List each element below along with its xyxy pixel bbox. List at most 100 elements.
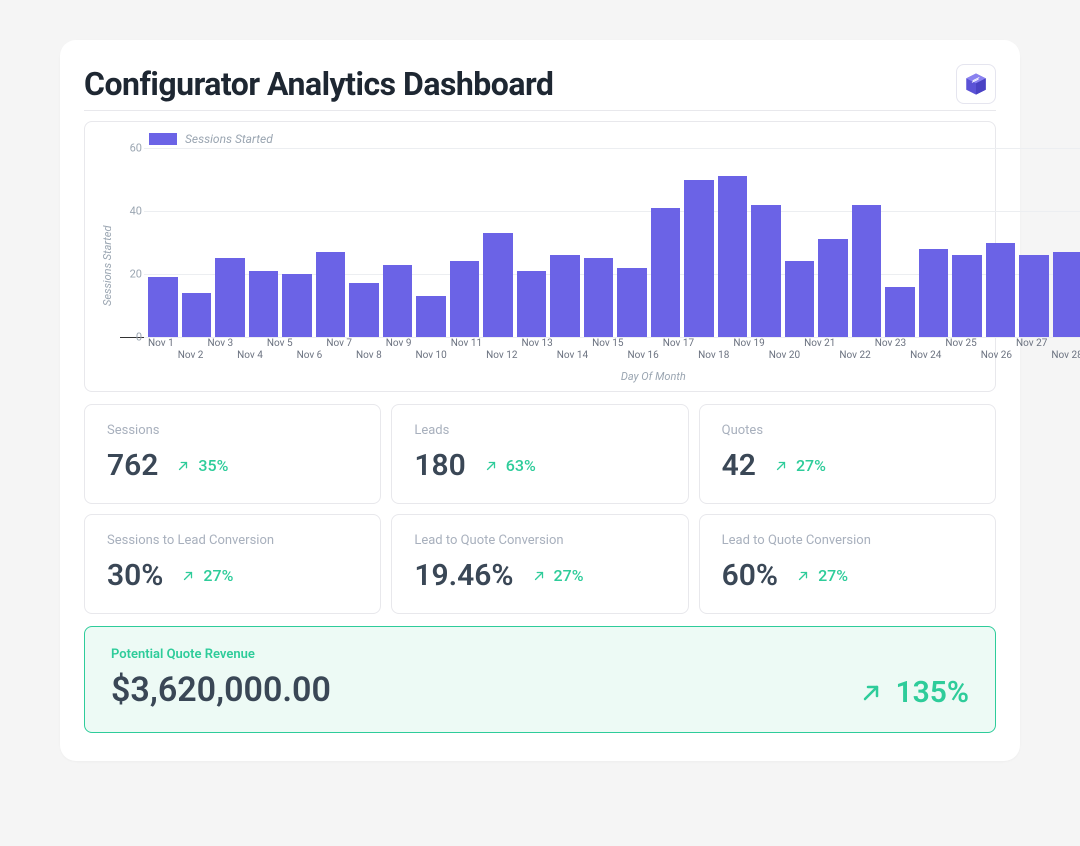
x-tick-label: Nov 27 (1016, 338, 1047, 368)
stat-value: 762 (107, 448, 158, 483)
x-tick-label: Nov 10 (415, 338, 446, 368)
x-tick-label: Nov 19 (733, 338, 764, 368)
sessions-chart-card: Sessions Started Sessions Started 020406… (84, 121, 996, 392)
revenue-card: Potential Quote Revenue $3,620,000.00 13… (84, 626, 996, 733)
y-axis-title: Sessions Started (101, 148, 114, 383)
bar (182, 293, 212, 337)
bar (282, 274, 312, 337)
bar (852, 205, 882, 337)
x-tick-label: Nov 2 (178, 338, 204, 368)
chart-legend: Sessions Started (149, 132, 979, 146)
x-tick-label: Nov 16 (627, 338, 658, 368)
stat-delta: 27% (774, 456, 826, 475)
bar (1053, 252, 1080, 337)
y-tick-label: 40 (120, 205, 142, 218)
cube-icon (963, 71, 989, 97)
stat-label: Sessions (107, 423, 358, 438)
bar (249, 271, 279, 337)
chart-body: Sessions Started 0204060 Nov 1Nov 2Nov 3… (101, 148, 979, 383)
x-tick-label: Nov 18 (698, 338, 729, 368)
bar (584, 258, 614, 337)
x-tick-label: Nov 12 (486, 338, 517, 368)
revenue-label: Potential Quote Revenue (111, 647, 859, 662)
stat-card: Sessions to Lead Conversion 30% 27% (84, 514, 381, 614)
stat-row: 180 63% (414, 448, 665, 483)
x-tick-label: Nov 3 (207, 338, 233, 368)
revenue-left: Potential Quote Revenue $3,620,000.00 (111, 647, 859, 710)
bar (1019, 255, 1049, 337)
x-tick-label: Nov 13 (521, 338, 552, 368)
bar (751, 205, 781, 337)
stat-card: Quotes 4227% (699, 404, 996, 504)
x-tick-label: Nov 24 (910, 338, 941, 368)
bar (148, 277, 178, 337)
x-tick-label: Nov 6 (297, 338, 323, 368)
x-axis-title: Day Of Month (120, 370, 1080, 383)
y-tick-label: 0 (120, 331, 142, 344)
arrow-up-right-icon (484, 459, 498, 473)
plot-wrap: 0204060 Nov 1Nov 2Nov 3Nov 4Nov 5Nov 6No… (120, 148, 1080, 383)
x-tick-label: Nov 21 (804, 338, 835, 368)
revenue-delta-value: 135% (895, 675, 969, 710)
x-tick-label: Nov 22 (839, 338, 870, 368)
stat-card: Lead to Quote Conversion 60% 27% (699, 514, 996, 614)
plot-grid: 0204060 (120, 148, 1080, 338)
x-tick-label: Nov 1 (148, 338, 174, 368)
stat-cards-grid: Sessions 762 35% Leads 180 63% Quotes 4227% Sess… (84, 404, 996, 614)
stat-row: 30% 27% (107, 558, 358, 593)
bar (215, 258, 245, 337)
bar (986, 243, 1016, 338)
stat-card: Sessions 762 35% (84, 404, 381, 504)
revenue-delta: 135% (859, 675, 969, 710)
stat-value: 30% (107, 558, 163, 593)
x-tick-label: Nov 17 (663, 338, 694, 368)
stat-label: Lead to Quote Conversion (414, 533, 665, 548)
bar (416, 296, 446, 337)
stat-label: Sessions to Lead Conversion (107, 533, 358, 548)
stat-label: Lead to Quote Conversion (722, 533, 973, 548)
stat-value: 60% (722, 558, 778, 593)
x-tick-label: Nov 25 (945, 338, 976, 368)
stat-label: Leads (414, 423, 665, 438)
bar (885, 287, 915, 337)
x-tick-label: Nov 4 (237, 338, 263, 368)
stat-delta: 35% (176, 456, 228, 475)
revenue-value: $3,620,000.00 (111, 670, 859, 710)
arrow-up-right-icon (176, 459, 190, 473)
x-axis-labels: Nov 1Nov 2Nov 3Nov 4Nov 5Nov 6Nov 7Nov 8… (148, 338, 1080, 368)
stat-label: Quotes (722, 423, 973, 438)
legend-swatch (149, 133, 177, 145)
stat-delta-value: 35% (198, 456, 228, 475)
stat-row: 762 35% (107, 448, 358, 483)
x-tick-label: Nov 7 (326, 338, 352, 368)
stat-value: 180 (414, 448, 465, 483)
bar (651, 208, 681, 337)
stat-row: 4227% (722, 448, 973, 483)
bar (550, 255, 580, 337)
bar (349, 283, 379, 337)
arrow-up-right-icon (774, 459, 788, 473)
stat-delta-value: 27% (796, 456, 826, 475)
stat-card: Lead to Quote Conversion19.46%27% (391, 514, 688, 614)
bar (818, 239, 848, 337)
x-tick-label: Nov 8 (356, 338, 382, 368)
stat-delta-value: 27% (203, 566, 233, 585)
x-tick-label: Nov 9 (386, 338, 412, 368)
x-tick-label: Nov 26 (981, 338, 1012, 368)
x-tick-label: Nov 23 (875, 338, 906, 368)
bar (383, 265, 413, 337)
app-logo-badge (956, 64, 996, 104)
bar (919, 249, 949, 337)
bar (718, 176, 748, 337)
page-title: Configurator Analytics Dashboard (84, 65, 553, 103)
stat-delta: 27% (796, 566, 848, 585)
bar (952, 255, 982, 337)
bar (450, 261, 480, 337)
header: Configurator Analytics Dashboard (84, 64, 996, 111)
x-tick-label: Nov 14 (557, 338, 588, 368)
stat-delta: 27% (532, 566, 584, 585)
stat-card: Leads 180 63% (391, 404, 688, 504)
x-tick-label: Nov 28 (1051, 338, 1080, 368)
stat-delta-value: 63% (506, 456, 536, 475)
x-tick-label: Nov 5 (267, 338, 293, 368)
